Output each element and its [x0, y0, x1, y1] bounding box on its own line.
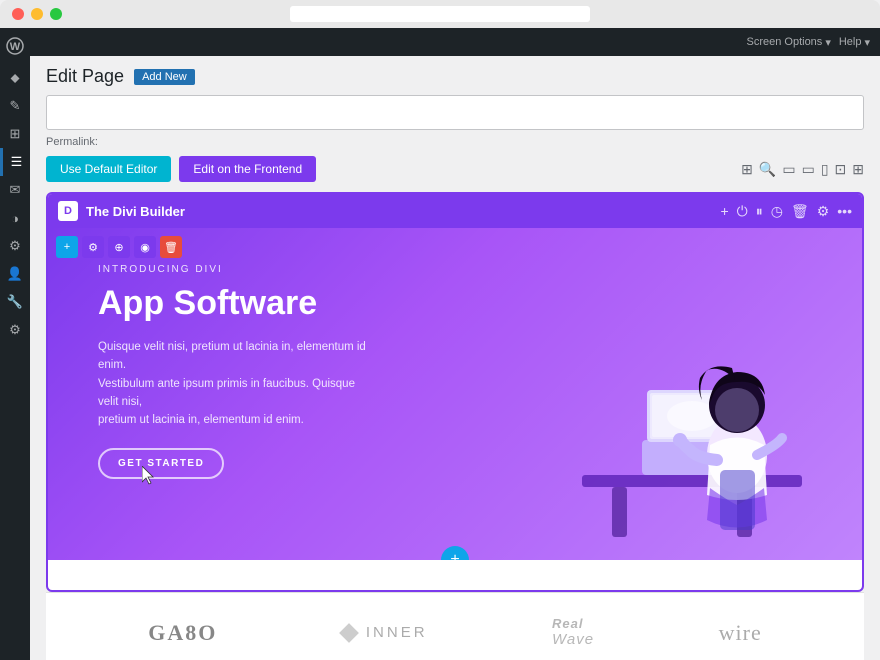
section-delete-button[interactable]: 🗑 — [160, 236, 182, 258]
nav-settings[interactable]: ⚙ — [0, 316, 30, 344]
nav-comments[interactable]: ✉ — [0, 176, 30, 204]
trash-icon[interactable]: 🗑 — [791, 203, 809, 220]
view-icons: ⊞ 🔍 ▭ ▭ ▯ ⊡ ⊞ — [741, 161, 864, 178]
pause-icon[interactable]: ⏸ — [756, 203, 763, 220]
main-content: Screen Options ▾ Help ▾ Edit Page Add Ne… — [30, 28, 880, 660]
divi-header: D The Divi Builder + ⏻ ⏸ ◷ 🗑 ⚙ ••• — [48, 194, 862, 228]
hero-section: + ⚙ ⊕ ◉ 🗑 INTRODUCING DIVI — [48, 228, 862, 560]
nav-dashboard[interactable]: ⬥ — [0, 64, 30, 92]
add-section-header-icon[interactable]: + — [720, 203, 728, 219]
logo-inner: INNER — [342, 624, 428, 641]
minimize-button[interactable] — [31, 8, 43, 20]
divi-builder-title: The Divi Builder — [86, 204, 720, 219]
use-default-editor-button[interactable]: Use Default Editor — [46, 156, 171, 182]
get-started-button[interactable]: GET STARTED — [98, 448, 224, 479]
help-button[interactable]: Help ▾ — [839, 36, 870, 49]
edit-on-frontend-button[interactable]: Edit on the Frontend — [179, 156, 316, 182]
add-row-button[interactable]: + — [56, 236, 78, 258]
layout-icon[interactable]: ⊞ — [852, 161, 864, 178]
builder-buttons-row: Use Default Editor Edit on the Frontend … — [46, 156, 864, 182]
admin-bar: Screen Options ▾ Help ▾ — [30, 28, 880, 56]
logo-realwave: Real Wave — [552, 616, 594, 650]
wp-sidebar: W ⬥ ✎ ⊞ ☰ ✉ ◑ ⚙ 👤 🔧 ⚙ — [0, 28, 30, 660]
edit-page-header: Edit Page Add New — [46, 66, 864, 87]
power-icon[interactable]: ⏻ — [737, 203, 748, 220]
hero-content: INTRODUCING DIVI App Software Quisque ve… — [48, 228, 862, 499]
app-container: W ⬥ ✎ ⊞ ☰ ✉ ◑ ⚙ 👤 🔧 ⚙ Screen Options ▾ H… — [0, 28, 880, 660]
more-icon[interactable]: ••• — [837, 203, 852, 219]
intro-label: INTRODUCING DIVI — [98, 264, 812, 275]
desktop-view-icon[interactable]: ⊞ — [741, 161, 753, 178]
window-chrome — [0, 0, 880, 28]
logo-gabo: GA8O — [148, 620, 217, 646]
nav-media[interactable]: ⊞ — [0, 120, 30, 148]
nav-appearance[interactable]: ◑ — [0, 204, 30, 232]
mobile-view-icon[interactable]: ▯ — [821, 161, 829, 178]
divi-header-icons: + ⏻ ⏸ ◷ 🗑 ⚙ ••• — [720, 203, 852, 220]
hero-description: Quisque velit nisi, pretium ut lacinia i… — [98, 338, 378, 430]
nav-pages[interactable]: ☰ — [0, 148, 30, 176]
nav-tools[interactable]: 🔧 — [0, 288, 30, 316]
clock-icon[interactable]: ◷ — [771, 203, 783, 220]
address-bar[interactable] — [290, 6, 590, 22]
section-duplicate-button[interactable]: ⊕ — [108, 236, 130, 258]
nav-posts[interactable]: ✎ — [0, 92, 30, 120]
hero-title: App Software — [98, 283, 812, 324]
nav-plugins[interactable]: ⚙ — [0, 232, 30, 260]
screen-options-button[interactable]: Screen Options ▾ — [746, 36, 830, 49]
grid-icon[interactable]: ⊡ — [835, 161, 847, 178]
edit-page-area: Edit Page Add New Permalink: Use Default… — [30, 56, 880, 660]
divi-builder: D The Divi Builder + ⏻ ⏸ ◷ 🗑 ⚙ ••• — [46, 192, 864, 592]
close-button[interactable] — [12, 8, 24, 20]
maximize-button[interactable] — [50, 8, 62, 20]
monitor-view-icon[interactable]: ▭ — [802, 161, 815, 178]
settings-icon[interactable]: ⚙ — [817, 203, 830, 220]
search-icon[interactable]: 🔍 — [759, 161, 776, 178]
logo-wire: wire — [719, 620, 762, 646]
section-toolbar: + ⚙ ⊕ ◉ 🗑 — [56, 236, 182, 258]
page-title: Edit Page — [46, 66, 124, 87]
section-settings-button[interactable]: ⚙ — [82, 236, 104, 258]
divi-logo: D — [58, 201, 78, 221]
permalink-row: Permalink: — [46, 136, 864, 148]
add-section-button[interactable]: + — [441, 546, 469, 560]
tablet-view-icon[interactable]: ▭ — [782, 161, 795, 178]
svg-text:W: W — [10, 41, 21, 53]
section-disable-button[interactable]: ◉ — [134, 236, 156, 258]
add-new-button[interactable]: Add New — [134, 69, 195, 85]
wp-logo: W — [0, 28, 30, 64]
nav-users[interactable]: 👤 — [0, 260, 30, 288]
page-title-input[interactable] — [46, 95, 864, 130]
logos-section: GA8O INNER Real Wave wire — [46, 592, 864, 660]
